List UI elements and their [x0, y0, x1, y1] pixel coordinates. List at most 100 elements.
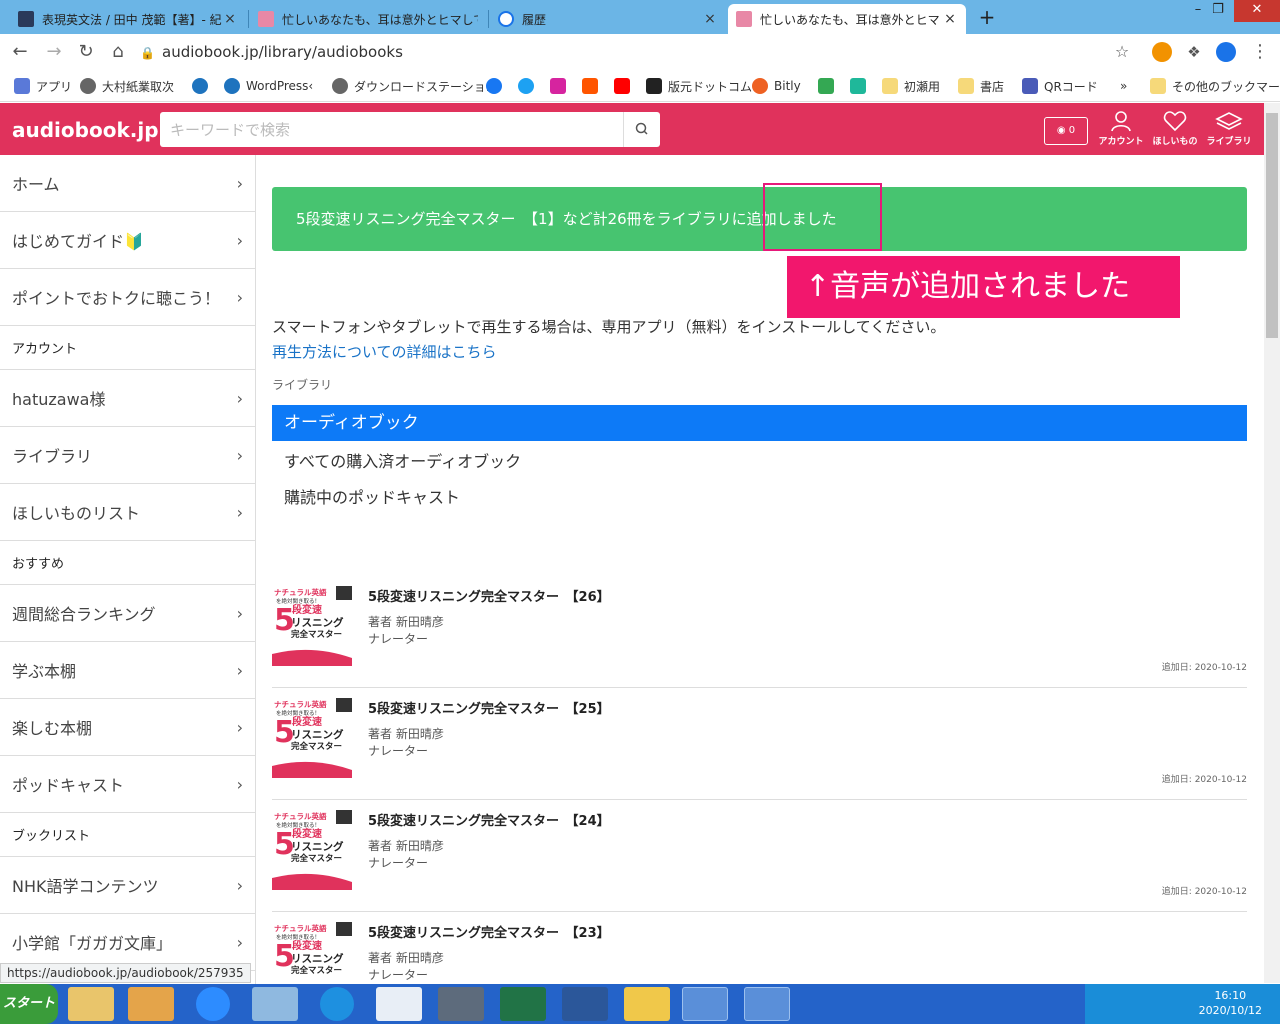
account-button[interactable]: アカウント [1094, 110, 1148, 152]
page-scrollbar[interactable] [1264, 103, 1280, 983]
bookmark-star-icon[interactable]: ☆ [1110, 40, 1134, 64]
window-close-button[interactable]: ✕ [1234, 0, 1280, 22]
document-icon[interactable] [376, 987, 422, 1021]
sidebar-item[interactable]: はじめてガイド🔰 › [0, 212, 255, 269]
svg-text:リスニング: リスニング [291, 616, 344, 629]
bookmark-folder[interactable]: 書店 [958, 76, 1004, 96]
book-title[interactable]: 5段変速リスニング完全マスター 【24】 [368, 810, 610, 829]
site-logo[interactable]: audiobook.jp [12, 118, 159, 142]
tab-all-purchased[interactable]: すべての購入済オーディオブック [284, 448, 521, 472]
bookmark-facebook[interactable] [486, 76, 508, 96]
sidebar-item[interactable]: 楽しむ本棚 › [0, 699, 255, 756]
svg-text:リスニング: リスニング [291, 840, 344, 853]
forward-button[interactable]: → [42, 40, 66, 64]
browser-tab-1[interactable]: 表現英文法 / 田中 茂範【著】- 紀 × [10, 4, 246, 34]
tab-podcasts[interactable]: 購読中のポッドキャスト [284, 484, 460, 508]
tab-title: 忙しいあなたも、耳は意外とヒマしてる [282, 12, 478, 27]
printer-icon[interactable] [438, 987, 484, 1021]
wishlist-button[interactable]: ほしいもの [1148, 110, 1202, 152]
explorer-icon[interactable] [68, 987, 114, 1021]
bookmark-apps[interactable]: アプリ [14, 76, 72, 96]
tab-audiobook[interactable]: オーディオブック [272, 405, 1247, 441]
book-cover-art: ナチュラル英語を絶対聞き取る！5段変速リスニング完全マスター [272, 586, 352, 666]
bookmark-item[interactable]: Bitly [752, 76, 801, 96]
bookmark-item[interactable]: WordPress‹ [224, 76, 313, 96]
book-cover[interactable]: ナチュラル英語 を絶対聞き取る！ 5 段変速 リスニング 完全マスター [272, 698, 352, 778]
extensions-puzzle-icon[interactable]: ❖ [1182, 40, 1206, 64]
bookmark-youtube[interactable] [614, 76, 636, 96]
close-icon[interactable]: × [702, 11, 718, 27]
mail-icon[interactable] [744, 987, 790, 1021]
search-input[interactable] [160, 112, 623, 147]
app-icon [850, 78, 866, 94]
new-tab-button[interactable]: + [976, 4, 998, 30]
browser-tab-active[interactable]: 忙しいあなたも、耳は意外とヒマしてる × [728, 4, 966, 34]
library-button[interactable]: ライブラリ [1202, 110, 1256, 152]
bookmark-item[interactable]: ダウンロードステーショ… [332, 76, 498, 96]
bookmark-twitter[interactable] [518, 76, 540, 96]
chevron-right-icon: › [236, 875, 243, 895]
bookmark-drive[interactable] [818, 76, 840, 96]
bookmarks-overflow-button[interactable]: » [1120, 76, 1127, 96]
bookmark-instagram[interactable] [550, 76, 572, 96]
points-badge[interactable]: ◉ 0 [1044, 117, 1088, 145]
sidebar-item[interactable]: ホーム › [0, 155, 255, 212]
bookmark-other[interactable]: その他のブックマーク [1150, 76, 1280, 96]
book-title[interactable]: 5段変速リスニング完全マスター 【26】 [368, 586, 610, 605]
scrollbar-thumb[interactable] [1266, 113, 1278, 338]
menu-kebab-icon[interactable]: ⋮ [1248, 40, 1272, 64]
bookmark-item[interactable] [192, 76, 214, 96]
bookmark-item[interactable]: 大村紙業取次 [80, 76, 174, 96]
bookmark-item[interactable]: 版元ドットコム [646, 76, 752, 96]
home-button[interactable]: ⌂ [106, 40, 130, 64]
sidebar-item[interactable]: 学ぶ本棚 › [0, 642, 255, 699]
tab-title: 忙しいあなたも、耳は意外とヒマしてる [760, 12, 942, 27]
address-bar[interactable]: 🔒 audiobook.jp/library/audiobooks [140, 38, 1140, 66]
clock[interactable]: 16:10 2020/10/12 [1199, 988, 1262, 1018]
book-title[interactable]: 5段変速リスニング完全マスター 【23】 [368, 922, 610, 941]
book-narrator: ナレーター [368, 632, 429, 646]
book-cover[interactable]: ナチュラル英語 を絶対聞き取る！ 5 段変速 リスニング 完全マスター [272, 810, 352, 890]
book-row[interactable]: ナチュラル英語 を絶対聞き取る！ 5 段変速 リスニング 完全マスター 5段変速リスニング完… [272, 688, 1247, 800]
start-button[interactable]: スタート [0, 984, 58, 1024]
sidebar-item[interactable]: 週間総合ランキング › [0, 585, 255, 642]
notes-icon[interactable] [624, 987, 670, 1021]
extension-icon[interactable] [1152, 42, 1172, 62]
sidebar-section-heading: アカウント [0, 326, 255, 370]
chevron-right-icon: › [236, 445, 243, 465]
notepad-icon[interactable] [252, 987, 298, 1021]
browser-tab-history[interactable]: 履歴 × [490, 4, 726, 34]
folder-icon [958, 78, 974, 94]
excel-icon[interactable] [500, 987, 546, 1021]
book-row[interactable]: ナチュラル英語 を絶対聞き取る！ 5 段変速 リスニング 完全マスター 5段変速リスニング完… [272, 800, 1247, 912]
bookmark-folder[interactable]: 初瀬用 [882, 76, 940, 96]
chrome-icon[interactable] [682, 987, 728, 1021]
close-icon[interactable]: × [222, 11, 238, 27]
sidebar-item[interactable]: ポッドキャスト › [0, 756, 255, 813]
profile-avatar[interactable] [1216, 42, 1236, 62]
search-button[interactable] [623, 112, 660, 147]
word-icon[interactable] [562, 987, 608, 1021]
sidebar-item-label: アカウント [12, 342, 78, 357]
book-row[interactable]: ナチュラル英語 を絶対聞き取る！ 5 段変速 リスニング 完全マスター 5段変速リスニング完… [272, 576, 1247, 688]
book-title[interactable]: 5段変速リスニング完全マスター 【25】 [368, 698, 610, 717]
sidebar-item[interactable]: ライブラリ › [0, 427, 255, 484]
sidebar-item[interactable]: NHK語学コンテンツ › [0, 857, 255, 914]
playback-help-link[interactable]: 再生方法についての詳細はこちら [272, 341, 497, 362]
restore-button[interactable]: ❐ [1200, 0, 1236, 22]
zoom-icon[interactable] [196, 987, 230, 1021]
sidebar-item[interactable]: ほしいものリスト › [0, 484, 255, 541]
back-button[interactable]: ← [8, 40, 32, 64]
bookmark-item[interactable] [850, 76, 872, 96]
browser-tab-2[interactable]: 忙しいあなたも、耳は意外とヒマしてる [250, 4, 486, 34]
sidebar-item[interactable]: hatuzawa様 › [0, 370, 255, 427]
app-icon[interactable] [128, 987, 174, 1021]
close-icon[interactable]: × [942, 11, 958, 27]
internet-explorer-icon[interactable] [320, 987, 354, 1021]
book-cover[interactable]: ナチュラル英語 を絶対聞き取る！ 5 段変速 リスニング 完全マスター [272, 586, 352, 666]
sidebar-item[interactable]: ポイントでおトクに聴こう！ › [0, 269, 255, 326]
bookmark-soundcloud[interactable] [582, 76, 604, 96]
bookmark-item[interactable]: QRコード [1022, 76, 1098, 96]
chevron-right-icon: › [236, 173, 243, 193]
reload-button[interactable]: ↻ [74, 40, 98, 64]
